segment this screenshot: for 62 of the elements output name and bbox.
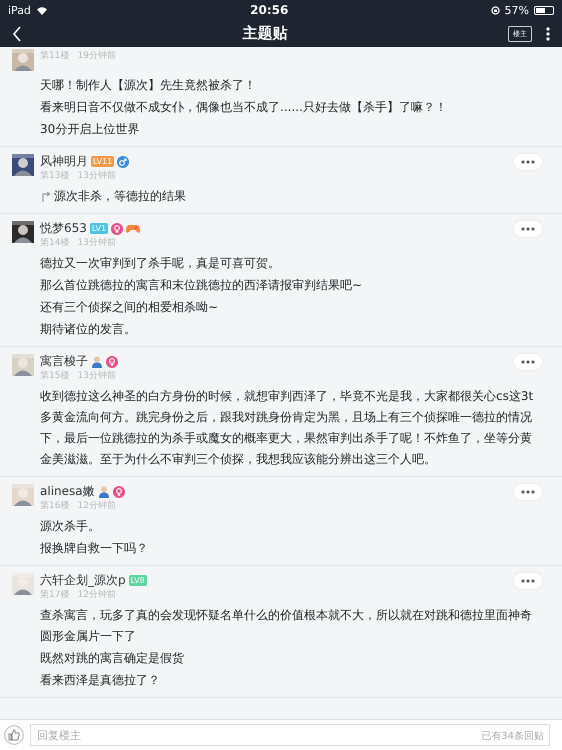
more-icon <box>521 227 535 231</box>
user-name[interactable]: alinesa嫩 <box>40 483 95 500</box>
male-icon <box>117 156 130 168</box>
rotation-lock-icon <box>490 6 500 14</box>
more-button[interactable] <box>514 154 542 170</box>
post-text: 看来明日音不仅做不成女仆，偶像也当不成了......只好去做【杀手】了嘛？！ <box>40 99 447 116</box>
reply-count: 已有34条回贴 <box>481 730 544 743</box>
more-icon <box>521 360 535 364</box>
more-button[interactable] <box>514 573 542 589</box>
post-text: 看来西泽是真德拉了？ <box>40 672 160 689</box>
person-icon <box>98 486 110 498</box>
female-icon <box>111 222 124 234</box>
more-button[interactable] <box>514 484 542 500</box>
user-name[interactable]: 风神明月 <box>40 153 88 170</box>
thumbs-up-icon[interactable] <box>4 725 24 745</box>
post-text: 源次非杀，等德拉的结果 <box>54 188 186 205</box>
back-icon[interactable] <box>12 26 22 42</box>
user-name[interactable]: 寓言梭子 <box>40 353 88 370</box>
battery-icon <box>534 6 554 14</box>
wifi-icon <box>36 6 48 14</box>
post-text: 还有三个侦探之间的相爱相杀呦~ <box>40 299 218 316</box>
floor-number: 第13楼 <box>40 170 70 182</box>
post-time: 13分钟前 <box>77 170 116 182</box>
level-badge: LV8 <box>128 575 147 586</box>
post-text: 报换牌自救一下吗？ <box>40 540 148 557</box>
more-icon <box>521 160 535 164</box>
user-name[interactable]: 六轩企划_源次p <box>40 572 126 589</box>
more-icon <box>521 579 535 583</box>
more-button[interactable] <box>514 354 542 370</box>
more-icon <box>521 490 535 494</box>
post-time: 12分钟前 <box>77 500 116 512</box>
female-icon <box>106 356 118 368</box>
post-text: 既然对跳的寓言确定是假货 <box>40 650 184 667</box>
post-time: 13分钟前 <box>77 236 116 249</box>
level-badge: LV1 <box>90 223 108 234</box>
post-text: 那么首位跳德拉的寓言和末位跳德拉的西泽请报审判结果吧~ <box>40 277 362 294</box>
gamepad-icon <box>126 224 140 234</box>
post-text: 查杀寓言，玩多了真的会发现怀疑名单什么的价值根本就不大，所以就在对跳和德拉里面神奇圆形金属片一下了 <box>40 607 533 645</box>
page-title: 主题贴 <box>242 24 288 43</box>
post-text: 源次杀手。 <box>40 518 100 535</box>
post-text: 30分开启上位世界 <box>40 121 140 138</box>
post-text: 德拉又一次审判到了杀手呢，真是可喜可贺。 <box>40 255 280 272</box>
floor-number: 第11楼 <box>40 50 70 62</box>
post-text: 期待诸位的发言。 <box>40 321 136 338</box>
battery-percent: 57% <box>504 4 529 16</box>
more-vertical-icon[interactable] <box>546 26 550 40</box>
level-badge: LV11 <box>91 156 114 167</box>
clock: 20:56 <box>249 3 290 17</box>
floor-number: 第17楼 <box>40 588 70 601</box>
more-button[interactable] <box>514 221 542 237</box>
post-time: 13分钟前 <box>77 370 116 382</box>
post-time: 19分钟前 <box>77 50 116 62</box>
floor-number: 第14楼 <box>40 236 70 249</box>
post-text: 天哪！制作人【源次】先生竟然被杀了！ <box>40 77 256 94</box>
post-text: 收到德拉这么神圣的白方身份的时候，就想审判西泽了，毕竟不光是我，大家都很关心cs这3t多黄金流向何方。跳完身份之后，跟我对跳身份肯定为黑，且场上有三个侦探唯一德拉的情况下，最后一位跳德拉的为杀手或魔女的概率更大，果然审判出杀手了呢！不炸鱼了，坐等分黄金美滋滋。至于为什么不审判三个侦探，我想我应该能分辨出这三个人吧。 <box>40 388 534 468</box>
floor-number: 第16楼 <box>40 500 70 512</box>
user-name[interactable]: 悦梦653 <box>40 220 87 237</box>
floor-number: 第15楼 <box>40 370 70 382</box>
device-name: iPad <box>8 4 31 16</box>
post-time: 12分钟前 <box>77 588 116 601</box>
person-icon <box>91 356 103 368</box>
female-icon <box>112 486 125 498</box>
